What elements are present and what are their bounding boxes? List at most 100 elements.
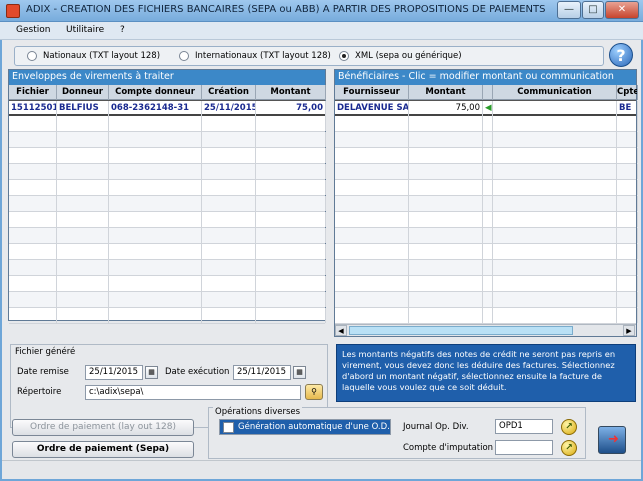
empty-cell [335,244,409,259]
calendar-icon[interactable]: ▦ [293,366,306,379]
app-icon [6,4,20,18]
empty-row[interactable] [335,180,638,196]
empty-row[interactable] [9,148,326,164]
table-row[interactable]: 15112501 BELFIUS 068-2362148-31 25/11/20… [9,100,326,116]
envelopes-grid-header: Fichier Donneur Compte donneur Création … [9,85,326,100]
empty-cell [202,116,256,131]
empty-row[interactable] [335,196,638,212]
empty-cell [617,228,638,243]
journal-input[interactable]: OPD1 [495,419,553,434]
empty-cell [57,308,109,323]
ordre-sepa-button[interactable]: Ordre de paiement (Sepa) [12,441,194,458]
title-bar: ADIX - CREATION DES FICHIERS BANCAIRES (… [0,0,643,22]
col-cpte[interactable]: Cpte [617,85,638,100]
exit-door-icon[interactable] [598,426,626,454]
empty-cell [617,308,638,323]
col-fichier[interactable]: Fichier [9,85,57,100]
empty-cell [57,228,109,243]
empty-row[interactable] [9,292,326,308]
maximize-button[interactable]: □ [582,1,604,19]
empty-row[interactable] [9,260,326,276]
empty-row[interactable] [335,244,638,260]
empty-row[interactable] [335,116,638,132]
empty-row[interactable] [9,132,326,148]
cell-communication[interactable] [493,101,617,116]
empty-row[interactable] [9,308,326,324]
empty-cell [493,116,617,131]
cell-cpte: BE [617,101,638,116]
table-row[interactable]: DELAVENUE SA 75,00 ◀ BE [335,100,638,116]
empty-row[interactable] [335,228,638,244]
beneficiaires-panel: Bénéficiaires - Clic = modifier montant … [334,69,638,337]
col-montant-benef[interactable]: Montant [409,85,483,100]
empty-row[interactable] [335,276,638,292]
empty-cell [202,276,256,291]
empty-cell [256,228,326,243]
empty-cell [409,292,483,307]
journal-lookup-icon[interactable]: ↗ [561,419,577,435]
col-compte-donneur[interactable]: Compte donneur [109,85,202,100]
empty-cell [9,292,57,307]
empty-row[interactable] [9,164,326,180]
col-communication[interactable]: Communication [493,85,617,100]
empty-row[interactable] [335,132,638,148]
empty-cell [109,180,202,195]
folder-browse-icon[interactable]: ⚲ [305,384,323,400]
empty-cell [57,196,109,211]
generation-od-checkbox[interactable] [223,422,234,433]
empty-cell [256,276,326,291]
scroll-left-icon[interactable]: ◀ [335,325,347,336]
col-montant[interactable]: Montant [256,85,326,100]
empty-row[interactable] [9,276,326,292]
col-fournisseur[interactable]: Fournisseur [335,85,409,100]
empty-row[interactable] [9,244,326,260]
generation-od-checkbox-field[interactable]: Génération automatique d'une O.D. [219,419,391,435]
empty-row[interactable] [9,180,326,196]
empty-row[interactable] [9,196,326,212]
compte-input[interactable] [495,440,553,455]
empty-row[interactable] [335,164,638,180]
empty-row[interactable] [9,212,326,228]
empty-row[interactable] [335,148,638,164]
compte-label: Compte d'imputation [403,443,494,453]
empty-row[interactable] [335,260,638,276]
empty-cell [617,132,638,147]
empty-cell [409,244,483,259]
menu-help[interactable]: ? [120,25,125,35]
scroll-right-icon[interactable]: ▶ [623,325,635,336]
help-icon[interactable]: ? [609,43,633,67]
ordre-layout-button[interactable]: Ordre de paiement (lay out 128) [12,419,194,436]
col-donneur[interactable]: Donneur [57,85,109,100]
radio-internationaux[interactable]: Internationaux (TXT layout 128) [179,51,331,61]
empty-row[interactable] [335,212,638,228]
empty-cell [335,308,409,323]
radio-xml[interactable]: XML (sepa ou générique) [339,51,462,61]
empty-row[interactable] [9,228,326,244]
menu-utilitaire[interactable]: Utilitaire [66,25,104,35]
envelopes-panel: Enveloppes de virements à traiter Fichie… [8,69,326,324]
empty-cell [256,292,326,307]
empty-row[interactable] [335,292,638,308]
radio-nationaux[interactable]: Nationaux (TXT layout 128) [27,51,160,61]
repertoire-input[interactable]: c:\adix\sepa\ [85,385,301,400]
cell-montant[interactable]: 75,00 [409,101,483,116]
empty-cell [202,132,256,147]
date-execution-input[interactable]: 25/11/2015 [233,365,291,380]
radio-label: Internationaux (TXT layout 128) [195,51,331,61]
empty-cell [202,164,256,179]
empty-row[interactable] [9,116,326,132]
operations-diverses-group: Opérations diverses Génération automatiq… [208,407,586,459]
empty-cell [57,132,109,147]
empty-cell [109,228,202,243]
close-button[interactable]: ✕ [605,1,639,19]
minimize-button[interactable]: — [557,1,581,19]
calendar-icon[interactable]: ▦ [145,366,158,379]
col-creation[interactable]: Création [202,85,256,100]
empty-row[interactable] [335,308,638,324]
empty-cell [335,292,409,307]
beneficiaires-scrollbar[interactable]: ◀ ▶ [335,324,636,336]
date-remise-input[interactable]: 25/11/2015 [85,365,143,380]
compte-lookup-icon[interactable]: ↗ [561,440,577,456]
menu-gestion[interactable]: Gestion [16,25,50,35]
scroll-thumb[interactable] [349,326,573,335]
